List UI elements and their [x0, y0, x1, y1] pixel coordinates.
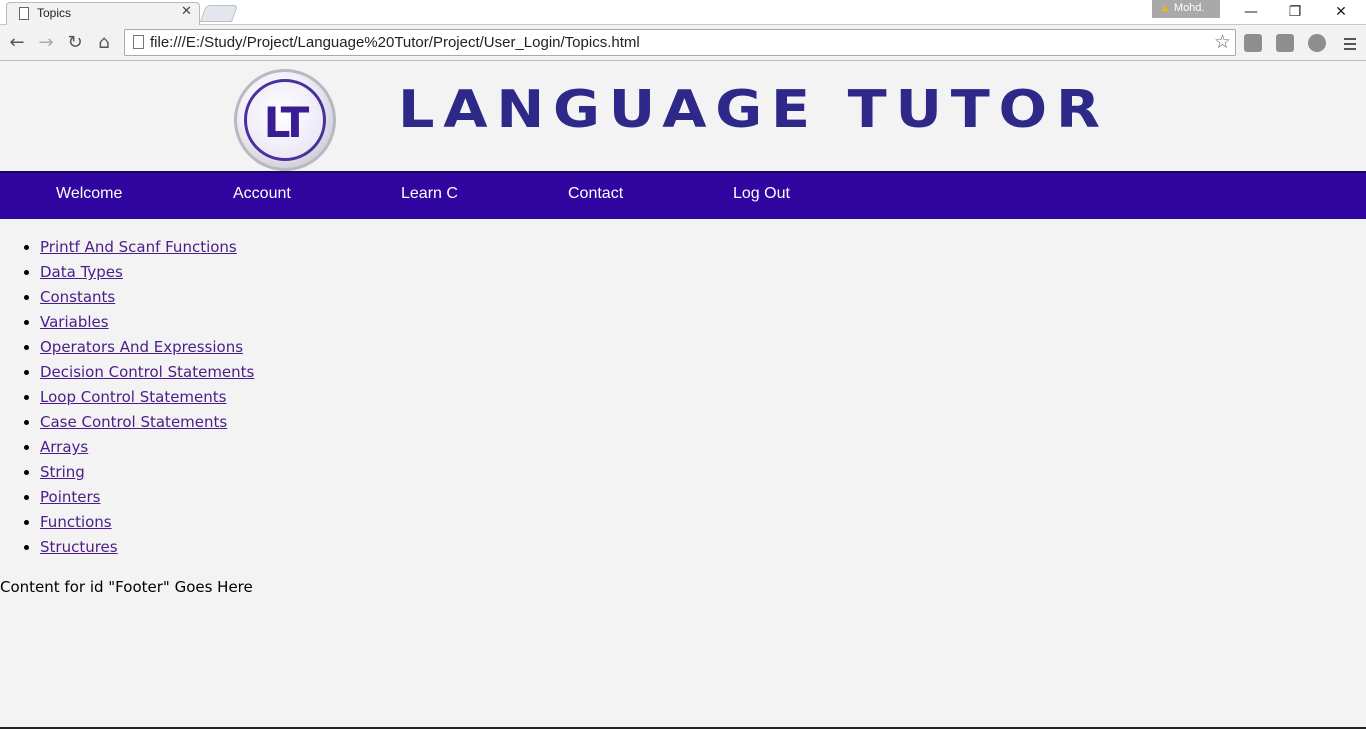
nav-contact[interactable]: Contact	[568, 185, 623, 203]
forward-icon[interactable]: →	[34, 30, 58, 56]
url-text: file:///E:/Study/Project/Language%20Tuto…	[150, 34, 640, 51]
topic-link[interactable]: Variables	[40, 313, 109, 331]
browser-tabstrip: Topics ✕ ▲ Mohd. — ❐ ✕	[0, 0, 1366, 25]
topic-link[interactable]: Functions	[40, 513, 112, 531]
back-icon[interactable]: ←	[5, 30, 29, 56]
site-brand-title: LANGUAGE TUTOR	[398, 80, 1109, 140]
extension-icon[interactable]	[1276, 34, 1294, 52]
list-item: Structures	[40, 536, 254, 561]
nav-account[interactable]: Account	[233, 185, 291, 203]
topic-link[interactable]: Constants	[40, 288, 115, 306]
topic-link[interactable]: Arrays	[40, 438, 88, 456]
list-item: Variables	[40, 311, 254, 336]
minimize-button[interactable]: —	[1228, 0, 1274, 24]
topic-link[interactable]: Operators And Expressions	[40, 338, 243, 356]
home-icon[interactable]: ⌂	[92, 30, 116, 56]
logo-ring: LT	[244, 79, 326, 161]
topic-link[interactable]: Structures	[40, 538, 118, 556]
site-header: LT LANGUAGE TUTOR	[0, 62, 1366, 171]
topic-link[interactable]: Case Control Statements	[40, 413, 227, 431]
topic-link[interactable]: Printf And Scanf Functions	[40, 238, 237, 256]
extension-icon[interactable]	[1308, 34, 1326, 52]
list-item: String	[40, 461, 254, 486]
main-nav: Welcome Account Learn C Contact Log Out	[0, 171, 1366, 219]
bookmark-star-icon[interactable]: ☆	[1214, 31, 1231, 53]
topic-link[interactable]: Decision Control Statements	[40, 363, 254, 381]
list-item: Case Control Statements	[40, 411, 254, 436]
warning-icon: ▲	[1160, 3, 1170, 14]
topic-link[interactable]: Data Types	[40, 263, 123, 281]
nav-welcome[interactable]: Welcome	[56, 185, 122, 203]
reload-icon[interactable]: ↻	[63, 30, 87, 56]
list-item: Functions	[40, 511, 254, 536]
list-item: Decision Control Statements	[40, 361, 254, 386]
profile-name: Mohd.	[1173, 2, 1205, 14]
page-icon	[133, 35, 144, 49]
tab-title: Topics	[37, 6, 72, 20]
footer-text: Content for id "Footer" Goes Here	[0, 578, 253, 596]
new-tab-button[interactable]	[199, 5, 239, 22]
close-window-button[interactable]: ✕	[1318, 0, 1364, 24]
browser-menu-icon[interactable]	[1340, 30, 1360, 56]
page-icon	[19, 7, 29, 20]
browser-tab[interactable]: Topics ✕	[6, 2, 200, 25]
logo-text: LT	[263, 98, 309, 147]
address-bar[interactable]: file:///E:/Study/Project/Language%20Tuto…	[124, 29, 1236, 56]
topic-link[interactable]: Pointers	[40, 488, 100, 506]
topics-list: Printf And Scanf Functions Data Types Co…	[40, 236, 254, 561]
list-item: Data Types	[40, 261, 254, 286]
topic-link[interactable]: Loop Control Statements	[40, 388, 226, 406]
list-item: Pointers	[40, 486, 254, 511]
restore-button[interactable]: ❐	[1272, 0, 1318, 24]
list-item: Loop Control Statements	[40, 386, 254, 411]
close-tab-icon[interactable]: ✕	[181, 4, 192, 19]
list-item: Constants	[40, 286, 254, 311]
topic-link[interactable]: String	[40, 463, 85, 481]
nav-learn-c[interactable]: Learn C	[401, 185, 458, 203]
browser-toolbar: ← → ↻ ⌂ file:///E:/Study/Project/Languag…	[0, 26, 1366, 61]
nav-log-out[interactable]: Log Out	[733, 185, 790, 203]
list-item: Printf And Scanf Functions	[40, 236, 254, 261]
site-logo: LT	[234, 69, 336, 171]
list-item: Arrays	[40, 436, 254, 461]
list-item: Operators And Expressions	[40, 336, 254, 361]
profile-button[interactable]: ▲ Mohd.	[1152, 0, 1220, 18]
extension-icon[interactable]	[1244, 34, 1262, 52]
